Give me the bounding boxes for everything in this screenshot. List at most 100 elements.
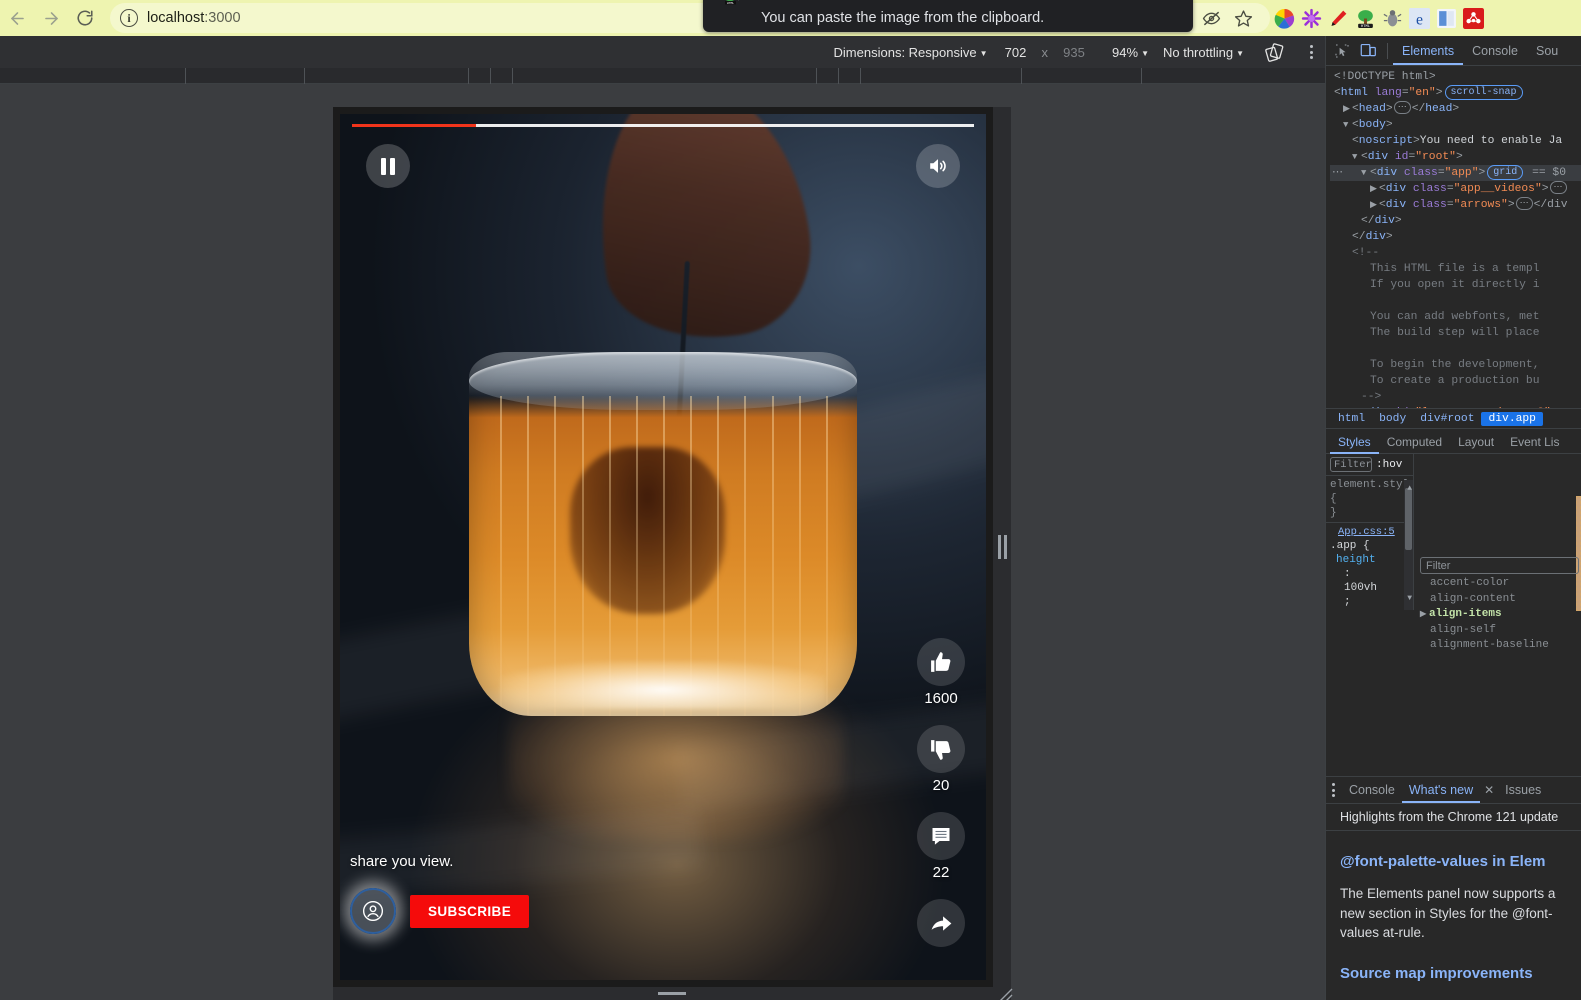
css-source-link[interactable]: App.css:5 xyxy=(1330,525,1409,539)
share-arrow-icon xyxy=(931,915,951,931)
css-property-item[interactable]: align-content xyxy=(1418,592,1581,608)
dom-tree[interactable]: <!DOCTYPE html> <html lang="en"> scroll-sn… xyxy=(1326,66,1581,408)
drawer-more-menu-icon[interactable] xyxy=(1332,783,1335,797)
dom-node-row[interactable]: The build step will place xyxy=(1330,325,1581,341)
breadcrumb-item[interactable]: html xyxy=(1331,412,1372,426)
info-circle-icon[interactable]: i xyxy=(120,9,138,27)
dom-node-row[interactable]: To begin the development, xyxy=(1330,357,1581,373)
dom-node-row[interactable] xyxy=(1330,341,1581,357)
styles-rules-pane[interactable]: Filter :hov element.style { } App.css:5 … xyxy=(1326,454,1414,610)
video-progress-bar[interactable] xyxy=(352,124,974,127)
drawer-tab-whats-new[interactable]: What's new xyxy=(1401,777,1481,803)
dom-node-row[interactable]: ▼ <div id="root"> xyxy=(1330,149,1581,165)
dom-node-row[interactable]: ▶<div id="loom-companion-mv3" ex xyxy=(1330,405,1581,408)
css-prop-value[interactable]: 100vh xyxy=(1330,582,1377,594)
tab-styles[interactable]: Styles xyxy=(1330,429,1379,454)
tab-elements[interactable]: Elements xyxy=(1393,36,1464,65)
styles-scrollbar[interactable] xyxy=(1404,480,1413,610)
user-avatar-icon xyxy=(362,900,384,922)
dom-node-row[interactable]: </div> xyxy=(1330,213,1581,229)
whats-new-heading[interactable]: @font-palette-values in Elem xyxy=(1340,853,1567,870)
eye-off-icon[interactable] xyxy=(1196,3,1226,33)
dom-node-row[interactable]: This HTML file is a templ xyxy=(1330,261,1581,277)
drawer-tab-console[interactable]: Console xyxy=(1342,777,1402,803)
bug-extension-icon[interactable] xyxy=(1382,8,1403,29)
dimensions-dropdown[interactable]: Dimensions: Responsive ▼ xyxy=(828,45,994,60)
html-tree-extension-icon[interactable]: HTML xyxy=(1355,8,1376,29)
whats-new-heading[interactable]: Source map improvements xyxy=(1340,965,1567,982)
hover-state-toggle[interactable]: :hov xyxy=(1376,458,1402,472)
dom-node-row[interactable] xyxy=(1330,293,1581,309)
back-arrow-icon[interactable] xyxy=(0,1,34,35)
color-wheel-extension-icon[interactable] xyxy=(1274,8,1295,29)
dom-node-row[interactable]: --> xyxy=(1330,389,1581,405)
dom-node-row[interactable]: ▶ <div class="arrows"> ⋯ </div xyxy=(1330,197,1581,213)
css-prop-name[interactable]: height xyxy=(1330,554,1376,566)
css-property-item[interactable]: align-self xyxy=(1418,623,1581,639)
share-button[interactable] xyxy=(917,899,965,947)
dom-node-row[interactable]: </div> xyxy=(1330,229,1581,245)
breadcrumb-item[interactable]: div#root xyxy=(1413,412,1481,426)
channel-avatar[interactable] xyxy=(350,888,396,934)
dom-node-row[interactable]: You can add webfonts, met xyxy=(1330,309,1581,325)
dislike-button[interactable]: 20 xyxy=(917,725,965,794)
dom-node-row[interactable]: If you open it directly i xyxy=(1330,277,1581,293)
dom-node-row[interactable]: <html lang="en"> scroll-snap xyxy=(1330,85,1581,101)
like-button[interactable]: 1600 xyxy=(917,638,965,707)
subscribe-button[interactable]: SUBSCRIBE xyxy=(410,894,530,928)
device-toolbar-more-menu[interactable] xyxy=(1297,45,1325,59)
drawer-tab-issues[interactable]: Issues xyxy=(1498,777,1548,803)
dom-node-row[interactable]: <!DOCTYPE html> xyxy=(1330,69,1581,85)
comment-bubble xyxy=(917,812,965,860)
viewport-resize-handle-corner[interactable] xyxy=(995,984,1013,1000)
zoom-dropdown[interactable]: 94% ▼ xyxy=(1096,45,1153,60)
blue-document-extension-icon[interactable] xyxy=(1436,8,1457,29)
device-height-input[interactable]: 935 xyxy=(1052,45,1096,60)
app-css-rule[interactable]: App.css:5 .app { height : 100vh ; width:… xyxy=(1326,522,1413,610)
element-style-rule[interactable]: element.style { } xyxy=(1326,475,1413,522)
scroll-up-arrow-icon[interactable]: ▲ xyxy=(1407,482,1412,496)
css-property-list[interactable]: accent-color align-content ▶ align-items ali… xyxy=(1418,576,1581,662)
css-property-item[interactable]: alignment-baseline xyxy=(1418,638,1581,654)
dom-node-row[interactable]: To create a production bu xyxy=(1330,373,1581,389)
star-icon[interactable] xyxy=(1228,3,1258,33)
red-pen-extension-icon[interactable] xyxy=(1328,8,1349,29)
comment-button[interactable]: 22 xyxy=(917,812,965,881)
pause-button[interactable] xyxy=(366,144,410,188)
tab-sources[interactable]: Sou xyxy=(1527,36,1567,65)
tab-layout[interactable]: Layout xyxy=(1450,429,1502,454)
dom-node-row[interactable]: ▶ <div class="app__videos"> ⋯ xyxy=(1330,181,1581,197)
css-property-item[interactable]: ▶ align-items xyxy=(1418,607,1581,623)
tab-computed[interactable]: Computed xyxy=(1379,429,1450,454)
device-ruler[interactable] xyxy=(0,68,1325,84)
rotate-device-icon[interactable] xyxy=(1250,42,1297,63)
dom-node-row[interactable]: <!-- xyxy=(1330,245,1581,261)
close-icon[interactable]: ✕ xyxy=(1480,783,1498,797)
dom-node-row[interactable]: ▼ <body> xyxy=(1330,117,1581,133)
scroll-down-arrow-icon[interactable]: ▼ xyxy=(1407,592,1412,606)
devtools-tabbar: Elements Console Sou xyxy=(1326,36,1581,66)
breadcrumb-item[interactable]: div.app xyxy=(1481,411,1543,426)
volume-button[interactable] xyxy=(916,144,960,188)
dom-node-row[interactable]: ⋯ ▼ <div class="app"> grid == $0 xyxy=(1330,165,1581,181)
reload-icon[interactable] xyxy=(68,1,102,35)
tab-console[interactable]: Console xyxy=(1463,36,1527,65)
forward-arrow-icon[interactable] xyxy=(34,1,68,35)
device-width-input[interactable]: 702 xyxy=(994,45,1038,60)
breadcrumb-item[interactable]: body xyxy=(1372,412,1413,426)
purple-asterisk-extension-icon[interactable] xyxy=(1301,8,1322,29)
css-property-item[interactable]: accent-color xyxy=(1418,576,1581,592)
device-toolbar-toggle-icon[interactable] xyxy=(1355,38,1382,64)
tab-event-listeners[interactable]: Event Lis xyxy=(1502,429,1567,454)
throttling-dropdown[interactable]: No throttling ▼ xyxy=(1153,45,1250,60)
inspect-element-icon[interactable] xyxy=(1328,38,1355,64)
blue-e-extension-icon[interactable]: e xyxy=(1409,7,1430,29)
property-filter-input[interactable]: Filter xyxy=(1420,557,1579,574)
styles-filter-input[interactable]: Filter xyxy=(1330,457,1372,472)
like-count: 1600 xyxy=(924,690,958,707)
dom-node-row[interactable]: <noscript>You need to enable Ja xyxy=(1330,133,1581,149)
red-molecule-extension-icon[interactable] xyxy=(1463,7,1484,29)
dom-node-row[interactable]: ▶ <head> ⋯ </head> xyxy=(1330,101,1581,117)
viewport-resize-handle-bottom[interactable] xyxy=(333,987,1011,1000)
viewport-resize-handle-right[interactable] xyxy=(993,107,1011,987)
